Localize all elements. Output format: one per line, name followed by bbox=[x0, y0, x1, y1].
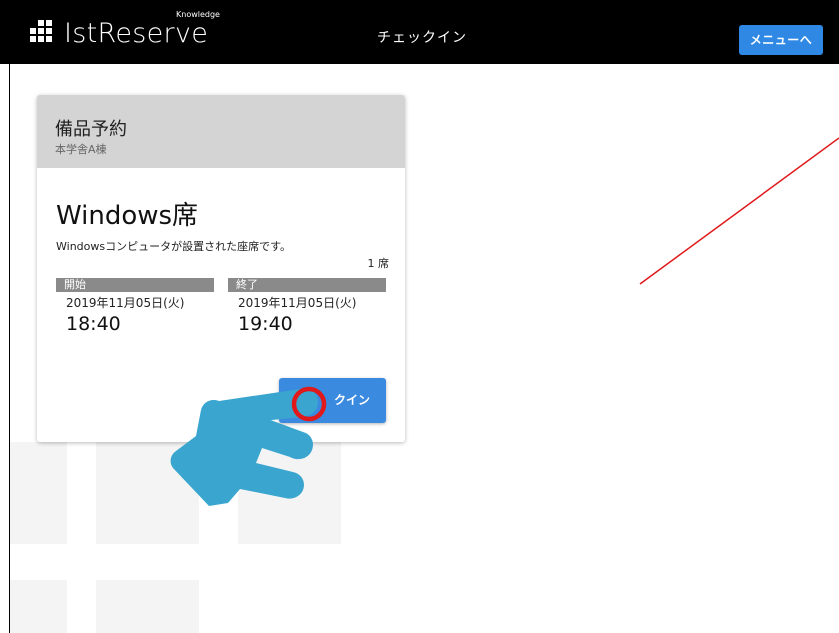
reservation-category: 備品予約 bbox=[55, 119, 127, 140]
start-time: 18:40 bbox=[66, 313, 121, 335]
pointer-line bbox=[639, 137, 839, 285]
card-header: 備品予約 本学舎A棟 bbox=[37, 95, 405, 168]
menu-button[interactable]: メニューへ bbox=[739, 25, 823, 55]
item-name: Windows席 bbox=[56, 201, 199, 231]
logo-text: IstReserve bbox=[64, 18, 209, 49]
reservation-location: 本学舎A棟 bbox=[55, 143, 107, 156]
background-tile bbox=[96, 442, 199, 544]
page-left-edge bbox=[0, 64, 10, 633]
reservation-card: 備品予約 本学舎A棟 Windows席 Windowsコンピュータが設置された座… bbox=[37, 95, 405, 442]
app-header: IstReserve Knowledge チェックイン メニューへ bbox=[0, 0, 839, 64]
page-title: チェックイン bbox=[377, 30, 467, 46]
grid-logo-icon bbox=[30, 20, 56, 42]
checkin-button[interactable]: クイン bbox=[279, 378, 386, 423]
background-tile bbox=[10, 442, 67, 544]
end-date: 2019年11月05日(火) bbox=[238, 296, 357, 310]
item-description: Windowsコンピュータが設置された座席です。 bbox=[56, 240, 292, 253]
end-label: 終了 bbox=[228, 278, 386, 292]
background-tile bbox=[10, 580, 67, 633]
start-label: 開始 bbox=[56, 278, 214, 292]
background-tile bbox=[96, 580, 199, 633]
seat-count: 1 席 bbox=[367, 257, 390, 270]
logo-subtext: Knowledge bbox=[176, 10, 220, 19]
end-time: 19:40 bbox=[238, 313, 293, 335]
start-date: 2019年11月05日(火) bbox=[66, 296, 185, 310]
background-tile bbox=[238, 442, 341, 544]
